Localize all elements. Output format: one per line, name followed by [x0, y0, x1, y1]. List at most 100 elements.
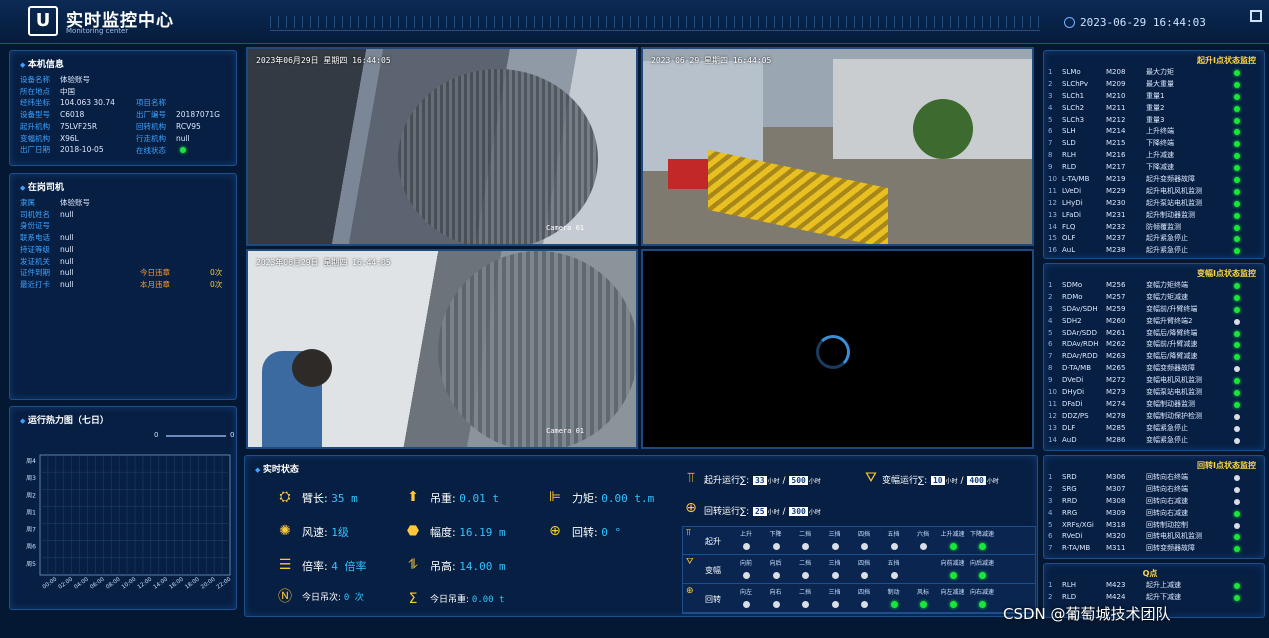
- monitor-index: 1: [1048, 473, 1053, 481]
- info-row: 经纬坐标 104.063 30.74: [20, 97, 115, 108]
- boom-length: 臂长: 35 m: [302, 490, 358, 506]
- gear-col-label: 下降减速: [969, 531, 994, 538]
- gear-status-dot: [772, 601, 780, 608]
- fullscreen-icon[interactable]: [1250, 10, 1262, 22]
- gear-row: ⫪ 起升 上升 下降 二挡 三挡 四挡 五挡 六挡 上升减速 下降减速: [683, 527, 1035, 555]
- scale-bar: [166, 435, 226, 437]
- today-load-icon: Σ: [408, 591, 418, 607]
- y-tick-label: 周2: [26, 492, 36, 499]
- monitor-address: M306: [1106, 473, 1126, 481]
- gear-status-dot: [949, 601, 957, 608]
- camera-view-1[interactable]: 2023年06月29日 星期四 16:44:05 Camera 01: [246, 47, 638, 246]
- metric-label: 今日吊重:: [430, 595, 470, 605]
- monitor-index: 1: [1048, 581, 1053, 589]
- monitor-desc: 变幅升臂终端2: [1146, 316, 1193, 325]
- monitor-code: RRG: [1062, 508, 1078, 517]
- monitor-status-dot: [1234, 475, 1240, 481]
- monitor-code: R-TA/MB: [1062, 544, 1091, 553]
- monitor-row: 11 LVeDi M229 起升电机风机监测: [1044, 186, 1264, 198]
- monitor-index: 3: [1048, 304, 1053, 313]
- monitor-address: M307: [1106, 484, 1126, 493]
- info-row-secondary: 行走机构 null: [136, 133, 190, 144]
- wind-speed-icon: ✺: [279, 523, 291, 539]
- monitor-address: M259: [1106, 304, 1126, 313]
- info-row-secondary: 本月违章 0次: [140, 279, 222, 290]
- y-tick-label: 周5: [26, 561, 36, 568]
- monitor-status-dot: [1234, 425, 1240, 432]
- monitor-status-dot: [1234, 366, 1240, 373]
- building: [643, 61, 763, 171]
- monitor-code: SLMo: [1062, 68, 1081, 76]
- info-value: null: [60, 209, 74, 219]
- info-row: 出厂日期 2018-10-05: [20, 144, 104, 155]
- monitor-desc: 变幅力矩减速: [1146, 292, 1188, 301]
- monitor-row: 5 XRFs/XGi M318 回转制动控制: [1044, 520, 1264, 532]
- monitor-status-dot: [1234, 105, 1240, 112]
- luff-monitor-title: 变幅Ⅰ点状态监控: [1197, 269, 1256, 278]
- monitor-status-dot: [1234, 486, 1240, 493]
- monitor-index: 6: [1048, 340, 1053, 349]
- monitor-status-dot: [1234, 522, 1240, 529]
- monitor-row: 7 SLD M215 下降终端: [1044, 138, 1264, 150]
- gear-row-icon: ⊕: [686, 586, 694, 596]
- monitor-index: 5: [1048, 115, 1053, 124]
- monitor-code: RRD: [1062, 496, 1078, 505]
- info-value: 体验账号: [60, 198, 90, 207]
- info-value: 0次: [210, 268, 223, 278]
- lift-run-icon: ⫪: [687, 470, 695, 486]
- monitor-row: 3 SDAv/SDH M259 变幅前/升臂终端: [1044, 304, 1264, 316]
- info-key: 隶属: [20, 198, 35, 207]
- gear-status-dot: [772, 543, 780, 550]
- monitor-status-dot: [1234, 283, 1240, 289]
- monitor-code: L-TA/MB: [1062, 175, 1090, 184]
- monitor-address: M286: [1106, 435, 1126, 444]
- y-tick-label: 周7: [26, 527, 36, 534]
- y-tick-label: 周4: [26, 458, 36, 465]
- monitor-status-dot: [1234, 510, 1240, 517]
- gear-col-label: 制动: [887, 589, 900, 596]
- monitor-address: M318: [1106, 520, 1126, 529]
- monitor-address: M210: [1106, 91, 1126, 100]
- monitor-code: SDAr/SDD: [1062, 328, 1097, 337]
- monitor-address: M262: [1106, 340, 1126, 349]
- metric-label: 吊高:: [430, 560, 456, 573]
- metric-value: 0 °: [601, 526, 622, 539]
- monitor-index: 13: [1048, 210, 1057, 219]
- monitor-address: M278: [1106, 411, 1126, 420]
- gear-status-dot: [772, 572, 780, 579]
- monitor-address: M219: [1106, 175, 1126, 184]
- monitor-row: 10 L-TA/MB M219 起升变频器故障: [1044, 174, 1264, 186]
- camera-view-2[interactable]: 2023-06-29 星期四 16:44:05: [641, 47, 1034, 246]
- metric-value: 14.00 m: [459, 560, 506, 573]
- watermark: CSDN @葡萄城技术团队: [1003, 605, 1171, 623]
- wind-speed: 风速: 1级: [302, 524, 349, 540]
- info-key: 持证等级: [20, 244, 50, 254]
- monitor-desc: 回转向右减速: [1146, 508, 1188, 517]
- machine-info-title: 本机信息: [20, 57, 236, 70]
- monitor-code: DDZ/PS: [1062, 411, 1089, 420]
- monitor-row: 6 RVeDi M320 回转电机风机监测: [1044, 531, 1264, 543]
- info-value: null: [60, 256, 74, 266]
- gear-col-label: 四挡: [857, 560, 870, 567]
- monitor-index: 2: [1048, 292, 1053, 301]
- monitor-row: 4 SDH2 M260 变幅升臂终端2: [1044, 316, 1264, 328]
- monitor-desc: 回转制动控制: [1146, 520, 1188, 529]
- monitor-address: M237: [1106, 234, 1126, 243]
- info-value: null: [176, 133, 190, 143]
- monitor-index: 8: [1048, 364, 1053, 373]
- decorative-ruler: [270, 16, 1040, 28]
- gear-status-dot: [802, 572, 809, 579]
- info-key: 本月违章: [140, 279, 170, 289]
- info-key: 经纬坐标: [20, 98, 50, 108]
- monitor-row: 13 DLF M285 变幅紧急停止: [1044, 423, 1264, 435]
- monitor-status-dot: [1234, 129, 1240, 136]
- monitor-row: 3 RRD M308 回转向右减速: [1044, 496, 1264, 508]
- monitor-address: M232: [1106, 222, 1126, 231]
- y-tick-label: 周3: [26, 475, 36, 482]
- info-value: C6018: [60, 110, 85, 120]
- camera-view-3[interactable]: 2023年06月29日 星期四 16:44:05 Camera 01: [246, 249, 638, 449]
- monitor-address: M212: [1106, 115, 1126, 124]
- clock-icon: [1064, 17, 1075, 28]
- monitor-index: 7: [1048, 544, 1053, 553]
- monitor-index: 2: [1048, 79, 1053, 88]
